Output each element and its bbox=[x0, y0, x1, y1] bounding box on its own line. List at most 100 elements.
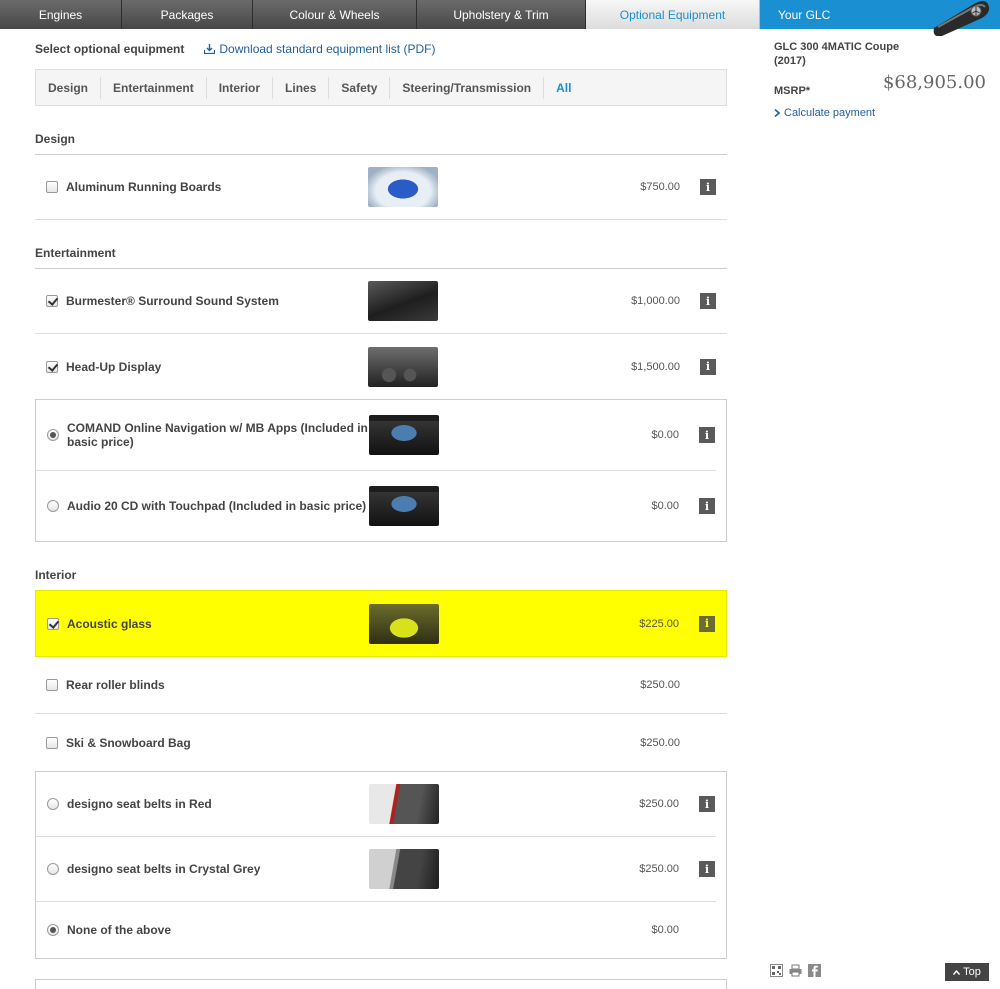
option-price: $0.00 bbox=[651, 429, 679, 441]
option-label: Aluminum Running Boards bbox=[66, 180, 222, 194]
option-label: Ski & Snowboard Bag bbox=[66, 735, 191, 750]
filter-lines[interactable]: Lines bbox=[273, 76, 330, 99]
option-row: Rear roller blinds $250.00 bbox=[35, 657, 727, 714]
option-radio[interactable] bbox=[46, 429, 59, 441]
option-checkbox[interactable] bbox=[45, 679, 58, 691]
panel-header: Select optional equipment Download stand… bbox=[35, 29, 727, 69]
option-row: Aluminum Running Boards $750.00 i bbox=[35, 155, 727, 220]
info-icon[interactable]: i bbox=[700, 179, 716, 195]
option-thumbnail[interactable] bbox=[369, 486, 439, 526]
info-icon[interactable]: i bbox=[699, 796, 715, 812]
section-title-interior: Interior bbox=[35, 568, 77, 582]
tab-colour-wheels[interactable]: Colour & Wheels bbox=[253, 0, 417, 29]
tab-your-glc[interactable]: Your GLC bbox=[760, 0, 1000, 36]
option-label: Head-Up Display bbox=[66, 359, 162, 374]
option-radio[interactable] bbox=[46, 798, 59, 810]
top-button-label: Top bbox=[963, 966, 981, 978]
share-icons bbox=[770, 964, 821, 977]
info-icon[interactable]: i bbox=[699, 861, 715, 877]
option-row: Ski & Snowboard Bag $250.00 bbox=[35, 714, 727, 771]
option-row: COMAND Online Navigation w/ MB Apps (Inc… bbox=[36, 400, 716, 471]
calculate-payment-link[interactable]: Calculate payment bbox=[774, 107, 986, 119]
radio-group-entertainment: COMAND Online Navigation w/ MB Apps (Inc… bbox=[35, 399, 727, 542]
option-thumbnail[interactable] bbox=[369, 415, 439, 455]
option-label: Burmester® Surround Sound System bbox=[66, 294, 279, 308]
msrp-value: $68,905.00 bbox=[882, 72, 986, 93]
option-price: $250.00 bbox=[640, 679, 680, 691]
tab-engines[interactable]: Engines bbox=[0, 0, 122, 29]
option-checkbox[interactable] bbox=[45, 360, 58, 373]
option-row: designo seat belts in Crystal Grey $250.… bbox=[36, 837, 716, 902]
next-section-box bbox=[35, 979, 727, 989]
top-navigation: Engines Packages Colour & Wheels Upholst… bbox=[0, 0, 1000, 36]
msrp-label: MSRP* bbox=[774, 85, 811, 97]
option-row: Head-Up Display $1,500.00 i bbox=[35, 334, 727, 399]
facebook-icon[interactable] bbox=[808, 964, 821, 977]
filter-safety[interactable]: Safety bbox=[329, 76, 391, 99]
option-thumbnail[interactable] bbox=[369, 603, 439, 644]
option-thumbnail[interactable] bbox=[369, 849, 439, 889]
option-row: Burmester® Surround Sound System $1,000.… bbox=[35, 269, 727, 334]
option-checkbox[interactable] bbox=[45, 295, 58, 307]
info-icon[interactable]: i bbox=[699, 615, 715, 632]
option-radio[interactable] bbox=[46, 863, 59, 875]
option-price: $0.00 bbox=[651, 500, 679, 512]
option-label: Audio 20 CD with Touchpad (Included in b… bbox=[67, 499, 367, 513]
option-radio[interactable] bbox=[46, 500, 59, 512]
back-to-top-button[interactable]: Top bbox=[945, 963, 989, 981]
page-title: Select optional equipment bbox=[35, 42, 185, 56]
option-row: Audio 20 CD with Touchpad (Included in b… bbox=[36, 471, 716, 541]
option-thumbnail[interactable] bbox=[368, 281, 438, 321]
option-price: $250.00 bbox=[640, 736, 680, 749]
info-icon[interactable]: i bbox=[699, 498, 715, 514]
tab-label: Engines bbox=[38, 7, 83, 22]
option-price: $1,500.00 bbox=[631, 360, 680, 373]
filter-entertainment[interactable]: Entertainment bbox=[101, 76, 207, 99]
option-row: None of the above $0.00 bbox=[36, 902, 716, 958]
filter-steering-transmission[interactable]: Steering/Transmission bbox=[390, 76, 545, 99]
tab-optional-equipment[interactable]: Optional Equipment bbox=[586, 0, 760, 29]
option-label: None of the above bbox=[67, 923, 172, 937]
option-thumbnail[interactable] bbox=[368, 167, 438, 207]
filter-interior[interactable]: Interior bbox=[207, 76, 274, 99]
option-label: Rear roller blinds bbox=[66, 678, 165, 692]
model-name: GLC 300 4MATIC Coupe (2017) bbox=[774, 41, 900, 67]
tab-label: Upholstery & Trim bbox=[453, 7, 549, 22]
info-icon[interactable]: i bbox=[700, 358, 716, 375]
download-link-label: Download standard equipment list (PDF) bbox=[219, 42, 436, 56]
chevron-up-icon bbox=[953, 969, 961, 975]
chevron-right-icon bbox=[774, 109, 780, 117]
print-icon[interactable] bbox=[789, 964, 802, 977]
section-title-design: Design bbox=[35, 106, 727, 155]
option-label: Acoustic glass bbox=[67, 616, 152, 631]
option-thumbnail[interactable] bbox=[368, 346, 438, 387]
option-price: $0.00 bbox=[651, 924, 679, 936]
tab-upholstery-trim[interactable]: Upholstery & Trim bbox=[417, 0, 586, 29]
option-label: COMAND Online Navigation w/ MB Apps (Inc… bbox=[67, 421, 368, 449]
option-row-highlighted: Acoustic glass $225.00 i bbox=[35, 590, 727, 657]
tab-packages[interactable]: Packages bbox=[122, 0, 253, 29]
calculate-payment-label: Calculate payment bbox=[784, 107, 876, 119]
option-price: $750.00 bbox=[640, 181, 680, 193]
tab-label: Colour & Wheels bbox=[289, 7, 380, 22]
option-label: designo seat belts in Red bbox=[67, 797, 212, 811]
info-icon[interactable]: i bbox=[699, 427, 715, 443]
price-summary: GLC 300 4MATIC Coupe (2017) MSRP* $68,90… bbox=[774, 29, 986, 119]
option-price: $225.00 bbox=[639, 617, 679, 630]
option-checkbox[interactable] bbox=[45, 736, 58, 749]
option-checkbox[interactable] bbox=[45, 181, 58, 193]
qr-code-icon[interactable] bbox=[770, 964, 783, 977]
optional-equipment-panel: Select optional equipment Download stand… bbox=[35, 29, 727, 989]
download-pdf-link[interactable]: Download standard equipment list (PDF) bbox=[204, 42, 435, 56]
filter-all[interactable]: All bbox=[544, 77, 583, 99]
filter-design[interactable]: Design bbox=[36, 76, 102, 99]
option-price: $250.00 bbox=[639, 798, 679, 810]
tab-label: Optional Equipment bbox=[619, 7, 726, 22]
tab-label: Packages bbox=[160, 7, 214, 22]
option-thumbnail[interactable] bbox=[369, 784, 439, 824]
option-price: $250.00 bbox=[639, 863, 679, 875]
info-icon[interactable]: i bbox=[700, 293, 716, 309]
option-checkbox[interactable] bbox=[46, 617, 59, 630]
option-radio[interactable] bbox=[46, 924, 59, 936]
msrp-row: MSRP* $68,905.00 bbox=[774, 72, 986, 102]
